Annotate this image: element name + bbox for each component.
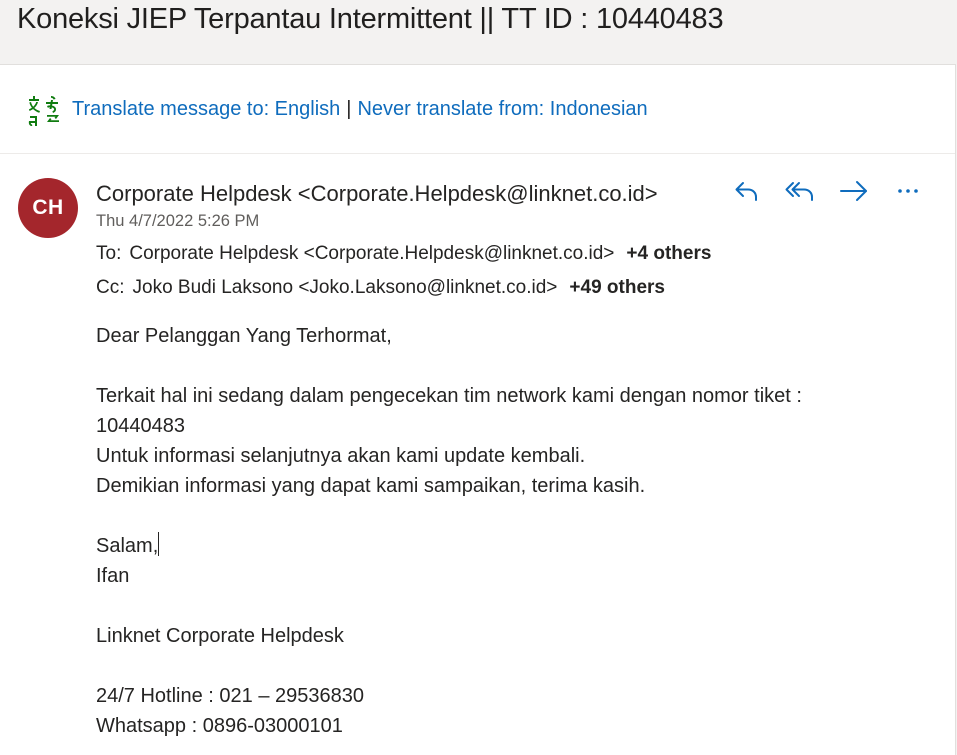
to-line: To: Corporate Helpdesk <Corporate.Helpdes… — [96, 243, 711, 265]
sent-date: Thu 4/7/2022 5:26 PM — [96, 212, 260, 230]
translate-separator: | — [346, 98, 352, 120]
body-team: Linknet Corporate Helpdesk — [96, 625, 344, 647]
reply-button[interactable] — [726, 171, 766, 211]
body-hotline: 24/7 Hotline : 021 – 29536830 — [96, 685, 364, 707]
translate-links: Translate message to: English | Never tran… — [72, 98, 648, 121]
to-others-button[interactable]: +4 others — [626, 243, 711, 264]
more-icon — [898, 189, 918, 193]
body-line: Demikian informasi yang dapat kami sampa… — [96, 475, 646, 497]
body-whatsapp: Whatsapp : 0896-03000101 — [96, 715, 343, 737]
reply-all-button[interactable] — [780, 171, 820, 211]
cc-line: Cc: Joko Budi Laksono <Joko.Laksono@linkn… — [96, 277, 665, 299]
translate-to-english-link[interactable]: Translate message to: English — [72, 98, 340, 120]
body-closing: Salam, — [96, 535, 159, 557]
never-translate-link[interactable]: Never translate from: Indonesian — [357, 98, 647, 120]
email-subject: Koneksi JIEP Terpantau Intermittent || T… — [17, 3, 724, 35]
forward-button[interactable] — [834, 171, 874, 211]
sender-name[interactable]: Corporate Helpdesk <Corporate.Helpdesk@l… — [96, 181, 658, 207]
reply-all-icon — [785, 182, 813, 201]
body-ticket-number: 10440483 — [96, 415, 185, 437]
translate-bar: Translate message to: English | Never tran… — [0, 65, 955, 154]
forward-icon — [840, 181, 867, 201]
reply-icon — [735, 182, 757, 201]
body-greeting: Dear Pelanggan Yang Terhormat, — [96, 325, 392, 347]
message-actions — [726, 171, 942, 211]
more-actions-button[interactable] — [888, 171, 928, 211]
cc-label: Cc: — [96, 277, 125, 298]
message-body: Dear Pelanggan Yang Terhormat, Terkait h… — [96, 321, 916, 741]
body-line: Terkait hal ini sedang dalam pengecekan … — [96, 385, 802, 407]
translate-icon — [28, 96, 59, 127]
text-cursor — [158, 532, 160, 556]
cc-recipient[interactable]: Joko Budi Laksono <Joko.Laksono@linknet.… — [133, 277, 558, 298]
to-recipient[interactable]: Corporate Helpdesk <Corporate.Helpdesk@l… — [129, 243, 614, 264]
sender-avatar[interactable]: CH — [18, 178, 78, 238]
message-card: Translate message to: English | Never tran… — [0, 64, 956, 755]
cc-others-button[interactable]: +49 others — [569, 277, 665, 298]
to-label: To: — [96, 243, 122, 264]
body-signer: Ifan — [96, 565, 130, 587]
body-closing-line: Salam, — [96, 531, 916, 561]
body-line: Untuk informasi selanjutnya akan kami up… — [96, 445, 586, 467]
